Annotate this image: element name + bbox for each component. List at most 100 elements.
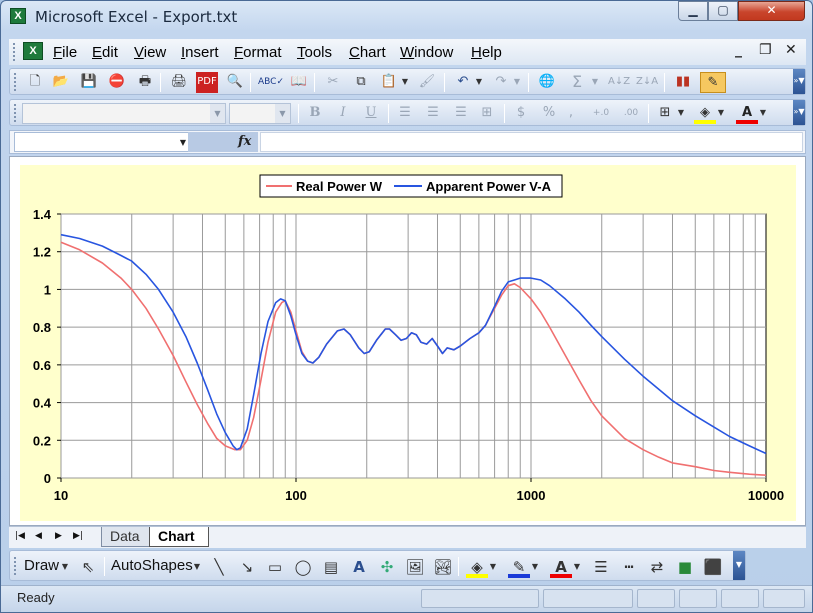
save-icon[interactable]: 💾 <box>78 72 100 93</box>
toolbar-grip[interactable] <box>14 557 18 575</box>
chart-wizard-icon[interactable]: ▮▮ <box>672 72 694 93</box>
autoshapes-menu-button[interactable]: AutoShapes <box>111 557 193 574</box>
research-icon[interactable]: 🔍 <box>224 72 246 93</box>
underline-button[interactable]: U <box>360 103 382 124</box>
menu-insert[interactable]: Insert <box>181 44 219 61</box>
text-box-icon[interactable]: ▤ <box>320 556 342 578</box>
doc-restore-button[interactable]: ❐ <box>759 42 772 58</box>
autosum-icon[interactable]: Σ <box>566 72 588 93</box>
menu-view[interactable]: View <box>134 44 166 61</box>
new-icon[interactable]: 🗋 <box>24 72 46 93</box>
menu-chart[interactable]: Chart <box>349 44 386 61</box>
thesaurus-icon[interactable]: 📖 <box>288 72 310 93</box>
merge-center-icon[interactable]: ⊞ <box>476 103 498 124</box>
font-color-dropdown-icon[interactable]: ▼ <box>572 556 582 578</box>
last-sheet-icon[interactable]: ▶| <box>73 531 83 541</box>
font-color-icon[interactable]: A <box>550 556 572 578</box>
align-left-icon[interactable]: ☰ <box>394 103 416 124</box>
plot-area[interactable] <box>60 213 767 479</box>
undo-dropdown-icon[interactable]: ▼ <box>474 72 484 93</box>
next-sheet-icon[interactable]: ▶ <box>55 531 62 541</box>
redo-icon[interactable]: ↷ <box>490 72 512 93</box>
toolbar-grip[interactable] <box>14 73 18 91</box>
align-right-icon[interactable]: ☰ <box>450 103 472 124</box>
comma-style-icon[interactable]: , <box>564 103 578 124</box>
increase-decimal-button[interactable]: +.0 <box>588 103 614 124</box>
print-icon[interactable]: 🖨 <box>168 72 190 93</box>
toolbar-options-icon[interactable]: »▼ <box>793 69 805 94</box>
arrow-icon[interactable]: ↘ <box>236 556 258 578</box>
toolbar-options-icon[interactable]: »▼ <box>793 100 805 125</box>
tab-chart[interactable]: Chart <box>149 527 209 547</box>
prev-sheet-icon[interactable]: ◀ <box>35 531 42 541</box>
legend[interactable]: Real Power W Apparent Power V-A <box>259 174 563 198</box>
menu-format[interactable]: Format <box>234 44 282 61</box>
doc-close-button[interactable]: ✕ <box>785 42 797 58</box>
paste-icon[interactable]: 📋 <box>378 72 400 93</box>
line-style-icon[interactable]: ☰ <box>590 556 612 578</box>
excel-icon[interactable]: X <box>10 8 26 24</box>
percent-button[interactable]: % <box>538 103 560 124</box>
minimize-button[interactable]: ▁ <box>678 1 708 21</box>
menu-file[interactable]: File <box>53 44 77 61</box>
arrow-style-icon[interactable]: ⇄ <box>646 556 668 578</box>
italic-button[interactable]: I <box>332 103 354 124</box>
wordart-icon[interactable]: A <box>348 556 370 578</box>
clip-art-icon[interactable]: 🖼 <box>404 556 426 578</box>
font-color-dropdown-icon[interactable]: ▼ <box>758 103 768 124</box>
drawing-icon[interactable]: ✎ <box>700 72 726 93</box>
oval-icon[interactable]: ◯ <box>292 556 314 578</box>
font-color-icon[interactable]: A <box>736 103 758 124</box>
cut-icon[interactable]: ✂ <box>322 72 344 93</box>
dash-style-icon[interactable]: ┅ <box>618 556 640 578</box>
currency-button[interactable]: $ <box>510 103 532 124</box>
pdf-icon[interactable]: PDF <box>196 72 218 93</box>
insert-function-icon[interactable]: fx <box>238 134 251 149</box>
borders-icon[interactable]: ⊞ <box>654 103 676 124</box>
diagram-icon[interactable]: ✣ <box>376 556 398 578</box>
menu-window[interactable]: Window <box>400 44 453 61</box>
font-name-combo[interactable]: ▼ <box>22 103 226 124</box>
3d-style-icon[interactable]: ⬛ <box>702 556 724 578</box>
bold-button[interactable]: B <box>304 103 326 124</box>
name-box[interactable]: ▼ <box>14 132 189 152</box>
toolbar-options-icon[interactable]: ▼ <box>733 551 745 580</box>
doc-minimize-button[interactable]: _ <box>735 42 742 58</box>
sort-descending-icon[interactable]: Z↓A <box>636 72 658 93</box>
line-color-icon[interactable]: ✎ <box>508 556 530 578</box>
sort-ascending-icon[interactable]: A↓Z <box>608 72 630 93</box>
borders-dropdown-icon[interactable]: ▼ <box>676 103 686 124</box>
line-color-dropdown-icon[interactable]: ▼ <box>530 556 540 578</box>
menu-tools[interactable]: Tools <box>297 44 332 61</box>
print-preview-icon[interactable]: 🖶 <box>134 72 156 93</box>
align-center-icon[interactable]: ☰ <box>422 103 444 124</box>
rectangle-icon[interactable]: ▭ <box>264 556 286 578</box>
chevron-down-icon[interactable]: ▼ <box>180 134 186 151</box>
fill-color-dropdown-icon[interactable]: ▼ <box>716 103 726 124</box>
format-painter-icon[interactable]: 🖌 <box>416 72 438 93</box>
line-chart[interactable]: 0 0.2 0.4 0.6 0.8 1 1.2 1.4 10 100 1000 10000 Real… <box>20 165 796 521</box>
draw-dropdown-icon[interactable]: ▼ <box>60 556 70 578</box>
select-objects-icon[interactable]: ⇖ <box>78 556 98 578</box>
redo-dropdown-icon[interactable]: ▼ <box>512 72 522 93</box>
picture-icon[interactable]: 🏞 <box>432 556 454 578</box>
first-sheet-icon[interactable]: |◀ <box>15 531 25 541</box>
undo-icon[interactable]: ↶ <box>452 72 474 93</box>
open-icon[interactable]: 📂 <box>50 72 72 93</box>
shadow-style-icon[interactable]: ■ <box>674 556 696 578</box>
draw-menu-button[interactable]: Draw <box>24 557 59 574</box>
horizontal-scrollbar[interactable] <box>217 529 806 546</box>
fill-color-icon[interactable]: ◈ <box>466 556 488 578</box>
fill-color-icon[interactable]: ◈ <box>694 103 716 124</box>
paste-dropdown-icon[interactable]: ▼ <box>400 72 410 93</box>
decrease-decimal-button[interactable]: .00 <box>618 103 644 124</box>
close-button[interactable]: ✕ <box>738 1 805 21</box>
font-size-combo[interactable]: ▼ <box>229 103 291 124</box>
menu-edit[interactable]: Edit <box>92 44 118 61</box>
autosum-dropdown-icon[interactable]: ▼ <box>590 72 600 93</box>
autoshapes-dropdown-icon[interactable]: ▼ <box>192 556 202 578</box>
spelling-icon[interactable]: ABC✓ <box>258 72 284 93</box>
hyperlink-icon[interactable]: 🌐 <box>536 72 558 93</box>
permission-icon[interactable]: ⛔ <box>106 72 128 93</box>
formula-input[interactable] <box>260 132 803 152</box>
